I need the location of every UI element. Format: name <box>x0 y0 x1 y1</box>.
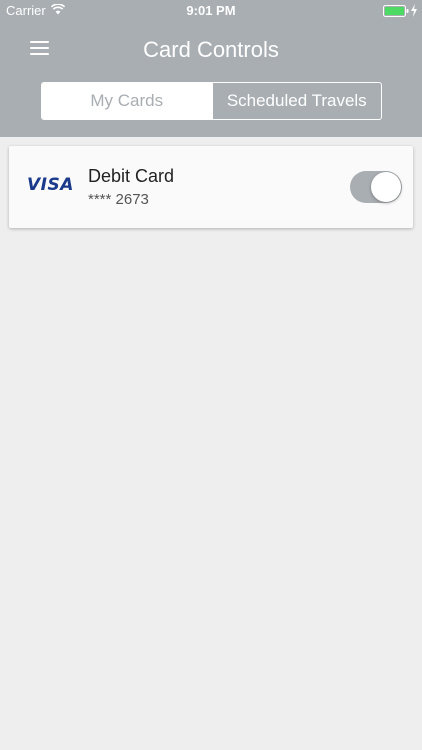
tab-scheduled-travels[interactable]: Scheduled Travels <box>211 83 382 119</box>
card-number: **** 2673 <box>88 191 149 208</box>
status-bar: Carrier 9:01 PM <box>0 0 422 22</box>
toggle-knob <box>371 172 401 202</box>
page-title: Card Controls <box>143 37 279 62</box>
header: Carrier 9:01 PM Card Controls My Cards S… <box>0 0 422 137</box>
battery-icon <box>383 5 409 17</box>
visa-logo: VISA <box>27 175 74 195</box>
card-row[interactable]: VISA Debit Card **** 2673 <box>9 146 413 228</box>
status-time: 9:01 PM <box>186 3 236 18</box>
card-enabled-toggle[interactable] <box>350 171 402 203</box>
segmented-control: My Cards Scheduled Travels <box>41 82 382 120</box>
charging-bolt-icon <box>411 4 417 17</box>
tab-my-cards[interactable]: My Cards <box>42 83 212 119</box>
card-name: Debit Card <box>88 166 175 186</box>
screen: Carrier 9:01 PM Card Controls My Cards S… <box>0 0 422 750</box>
